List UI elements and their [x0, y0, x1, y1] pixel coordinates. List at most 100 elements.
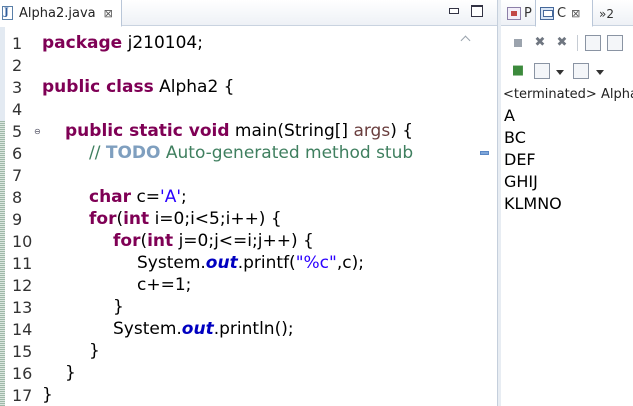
line-number: 9 [12, 210, 23, 229]
code-text: Alpha2 { [153, 77, 235, 97]
code-line: System.out.println(); [113, 319, 294, 341]
console-toolbar: ✖ ✖ [501, 33, 633, 57]
line-number: 14 [12, 320, 33, 339]
keyword: public class [42, 77, 154, 97]
chevron-down-icon[interactable] [596, 70, 604, 75]
keyword: for [113, 231, 141, 251]
code-text: j=0;j<=i;j++) { [173, 231, 314, 251]
code-text: } [89, 341, 100, 361]
line-number: 6 [12, 144, 23, 163]
word-wrap-icon[interactable] [607, 35, 623, 51]
code-line: System.out.printf("%c",c); [137, 253, 364, 275]
output-line: BC [504, 128, 526, 147]
code-line: char c='A'; [89, 187, 187, 209]
code-line: } [89, 341, 100, 363]
overview-ruler[interactable] [475, 27, 493, 406]
comment: // [89, 143, 106, 163]
code-line: public static void main(String[] args) { [65, 121, 413, 143]
fold-collapse-icon[interactable]: ⊖ [34, 121, 41, 143]
code-text: ) { [390, 121, 414, 141]
code-text: System. [137, 253, 206, 273]
line-number: 16 [12, 364, 33, 383]
line-number: 2 [12, 56, 23, 75]
minimize-icon[interactable] [447, 5, 461, 17]
static-field: out [181, 319, 214, 339]
terminate-icon[interactable] [510, 35, 526, 51]
line-number-gutter: 1 2 3 4 5 ⊖ 6 7 8 9 10 11 12 13 14 15 16… [5, 27, 41, 406]
display-console-icon[interactable] [534, 63, 550, 79]
code-line: for(int i=0;i<5;i++) { [89, 209, 282, 231]
java-file-icon: J [1, 5, 15, 21]
keyword: int [123, 209, 150, 229]
code-area[interactable]: package j210104; public class Alpha2 { p… [42, 27, 458, 406]
line-number: 3 [12, 78, 23, 97]
code-text: } [42, 385, 53, 405]
line-number: 15 [12, 342, 33, 361]
keyword: for [89, 209, 117, 229]
scroll-up-icon[interactable] [461, 35, 471, 43]
close-icon[interactable]: ⊠ [104, 7, 113, 20]
code-text: ,c); [336, 253, 364, 273]
keyword: public static void [65, 121, 230, 141]
console-pane: P C ⊠ »2 ✖ ✖ ■ <terminated> Alpha2 A BC … [501, 0, 633, 406]
code-text: } [65, 363, 76, 383]
console-status: <terminated> Alpha2 [503, 87, 633, 102]
code-text: main(String[] [229, 121, 354, 141]
code-text: .printf( [237, 253, 296, 273]
code-line: } [65, 363, 76, 385]
code-text: ; [181, 187, 187, 207]
scroll-lock-icon[interactable] [585, 35, 601, 51]
maximize-icon[interactable] [470, 5, 484, 17]
code-line: for(int j=0;j<=i;j++) { [113, 231, 314, 253]
string-literal: "%c" [295, 253, 337, 273]
remove-launch-icon[interactable]: ✖ [532, 35, 548, 51]
editor-tab-alpha2[interactable]: J Alpha2.java ⊠ [0, 0, 122, 27]
code-line: } [42, 385, 53, 406]
editor-tab-label: Alpha2.java [19, 5, 96, 21]
code-line: public class Alpha2 { [42, 77, 235, 99]
console-toolbar-2: ■ [501, 61, 633, 85]
todo-tag: TODO [105, 143, 161, 163]
keyword: int [147, 231, 174, 251]
output-line: A [504, 106, 515, 125]
open-console-icon[interactable] [573, 63, 589, 79]
output-line: GHIJ [504, 172, 538, 191]
code-text: c+=1; [137, 275, 192, 295]
pin-console-icon[interactable]: ■ [510, 63, 526, 79]
code-text: j210104; [122, 33, 203, 53]
line-number: 8 [12, 188, 23, 207]
problems-icon [507, 7, 521, 20]
tab-console-label: C [557, 5, 567, 21]
editor-pane: J Alpha2.java ⊠ 1 2 3 4 5 ⊖ 6 7 8 9 10 1… [0, 0, 497, 406]
line-number: 11 [12, 254, 33, 273]
line-number: 17 [12, 386, 33, 405]
comment: Auto-generated method stub [160, 143, 414, 163]
parameter: args [353, 121, 391, 141]
code-text: System. [113, 319, 182, 339]
editor-tab-bar: J Alpha2.java ⊠ [0, 0, 497, 27]
close-icon[interactable]: ⊠ [571, 7, 580, 20]
keyword: package [42, 33, 123, 53]
code-line: package j210104; [42, 33, 203, 55]
code-line: c+=1; [137, 275, 191, 297]
line-number: 7 [12, 166, 23, 185]
code-line: // TODO Auto-generated method stub [89, 143, 413, 165]
tab-console[interactable]: C ⊠ [535, 0, 593, 27]
output-line: KLMNO [504, 194, 562, 213]
keyword: char [89, 187, 132, 207]
remove-all-terminated-icon[interactable]: ✖ [554, 35, 570, 51]
line-number: 12 [12, 276, 33, 295]
string-literal: 'A' [160, 187, 182, 207]
vertical-scrollbar[interactable] [458, 27, 474, 406]
occurrence-marker[interactable] [480, 151, 489, 155]
line-number: 1 [12, 34, 23, 53]
more-views-button[interactable]: »2 [599, 0, 629, 27]
line-number: 4 [12, 100, 23, 119]
tab-problems[interactable]: P [503, 0, 533, 27]
chevron-down-icon[interactable] [556, 70, 564, 75]
output-line: DEF [504, 150, 536, 169]
static-field: out [205, 253, 238, 273]
code-text: c= [131, 187, 161, 207]
console-icon [540, 6, 554, 20]
line-number: 13 [12, 298, 33, 317]
